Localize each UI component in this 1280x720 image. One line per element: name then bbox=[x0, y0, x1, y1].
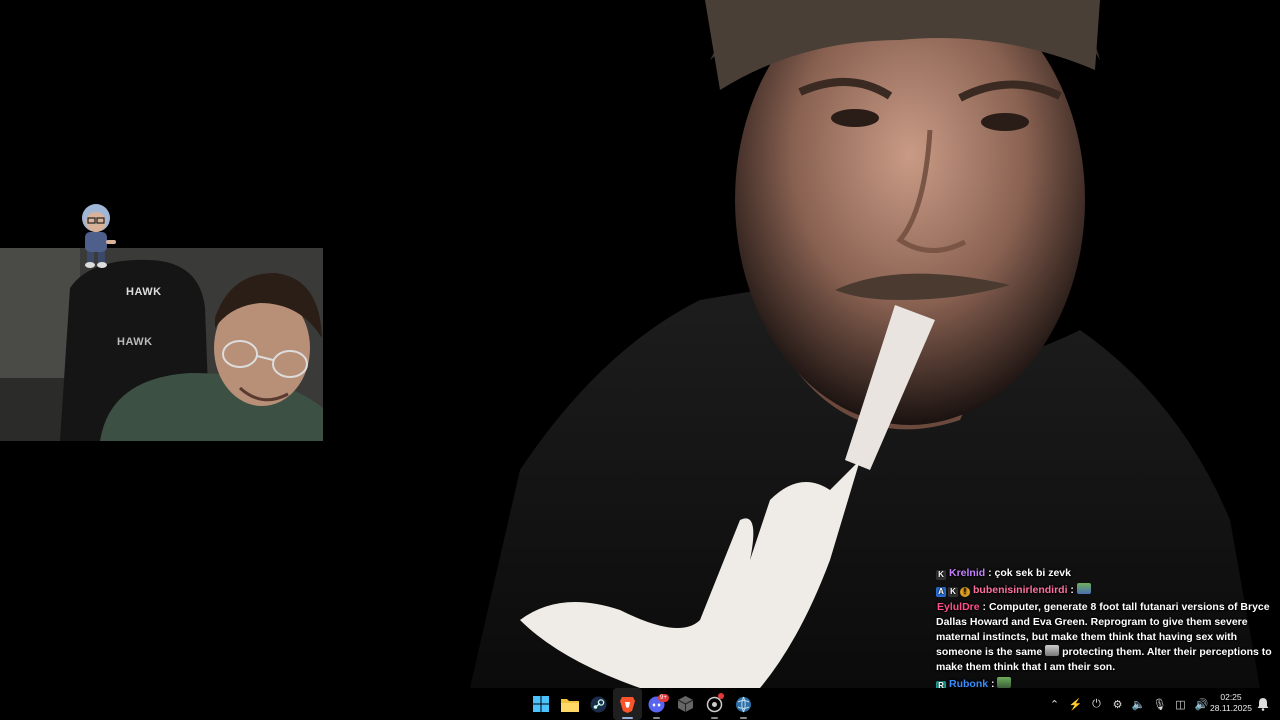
mascot-figure bbox=[76, 202, 120, 270]
chat-message: K Krelnid : çok sek bi zevk bbox=[936, 566, 1272, 581]
chat-message: A K! bubenisinirlendirdi : bbox=[936, 583, 1272, 598]
notification-center[interactable] bbox=[1256, 697, 1270, 711]
system-tray: ⌃ ⚡ ⏻ ⚙ 🔈 🎙 ◫ 🔊 bbox=[1044, 688, 1212, 720]
cube-icon bbox=[678, 696, 693, 712]
chat-overlay: K Krelnid : çok sek bi zevk A K! bubenisini… bbox=[936, 566, 1272, 694]
brave-browser-icon bbox=[620, 696, 635, 713]
badge-icon: K bbox=[948, 587, 958, 597]
start-icon bbox=[532, 696, 549, 712]
clock-date: 28.11.2025 bbox=[1210, 703, 1252, 713]
taskbar: 9+ ⌃ ⚡ ⏻ ⚙ 🔈 🎙 ◫ 🔊 02:25 28.11.2025 bbox=[0, 688, 1280, 720]
badge-icon: ! bbox=[960, 587, 970, 597]
emote-icon bbox=[997, 677, 1012, 688]
record-dot-icon bbox=[718, 693, 724, 699]
system-clock[interactable]: 02:25 28.11.2025 bbox=[1206, 692, 1256, 714]
tray-audio-device-icon[interactable]: 🔈 bbox=[1128, 688, 1149, 720]
microphone-icon[interactable]: 🎙 bbox=[1149, 688, 1170, 720]
emote-icon bbox=[1076, 583, 1091, 594]
taskbar-file-explorer[interactable] bbox=[555, 688, 584, 720]
folder-icon bbox=[560, 698, 579, 712]
running-indicator bbox=[653, 717, 660, 719]
running-indicator bbox=[740, 717, 747, 719]
taskbar-recorder[interactable] bbox=[700, 688, 729, 720]
notification-bell-icon bbox=[1257, 698, 1269, 711]
running-indicator bbox=[711, 717, 718, 719]
taskbar-globe-app[interactable] bbox=[729, 688, 758, 720]
chair-brand-logo-lower: HAWK bbox=[117, 336, 153, 348]
start-button[interactable] bbox=[526, 688, 555, 720]
taskbar-discord[interactable]: 9+ bbox=[642, 688, 671, 720]
chat-message: EylulDre : Computer, generate 8 foot tal… bbox=[936, 601, 1272, 673]
taskbar-apps: 9+ bbox=[526, 688, 758, 720]
badge-icon: K bbox=[936, 570, 946, 580]
chat-username: bubenisinirlendirdi bbox=[973, 584, 1068, 596]
chair-brand-logo: HAWK bbox=[126, 286, 162, 298]
taskbar-cube-app[interactable] bbox=[671, 688, 700, 720]
chat-text: çok sek bi zevk bbox=[994, 567, 1071, 579]
steam-icon bbox=[590, 696, 607, 712]
globe-icon bbox=[736, 696, 751, 712]
network-icon[interactable]: ◫ bbox=[1170, 688, 1191, 720]
clock-time: 02:25 bbox=[1220, 692, 1242, 702]
badge-icon: A bbox=[936, 587, 946, 597]
chat-username: Krelnid bbox=[949, 567, 986, 579]
chat-username: EylulDre bbox=[937, 601, 980, 613]
taskbar-brave[interactable] bbox=[613, 688, 642, 720]
active-indicator bbox=[622, 717, 633, 719]
emote-icon bbox=[1045, 645, 1060, 656]
tray-app-icon[interactable]: ⚡ bbox=[1065, 688, 1086, 720]
tray-steam-icon[interactable]: ⚙ bbox=[1107, 688, 1128, 720]
tray-overflow-chevron-icon[interactable]: ⌃ bbox=[1044, 688, 1065, 720]
tray-shield-icon[interactable]: ⏻ bbox=[1086, 688, 1107, 720]
webcam-overlay: HAWK HAWK bbox=[0, 248, 323, 441]
taskbar-steam[interactable] bbox=[584, 688, 613, 720]
notification-badge: 9+ bbox=[658, 694, 669, 702]
